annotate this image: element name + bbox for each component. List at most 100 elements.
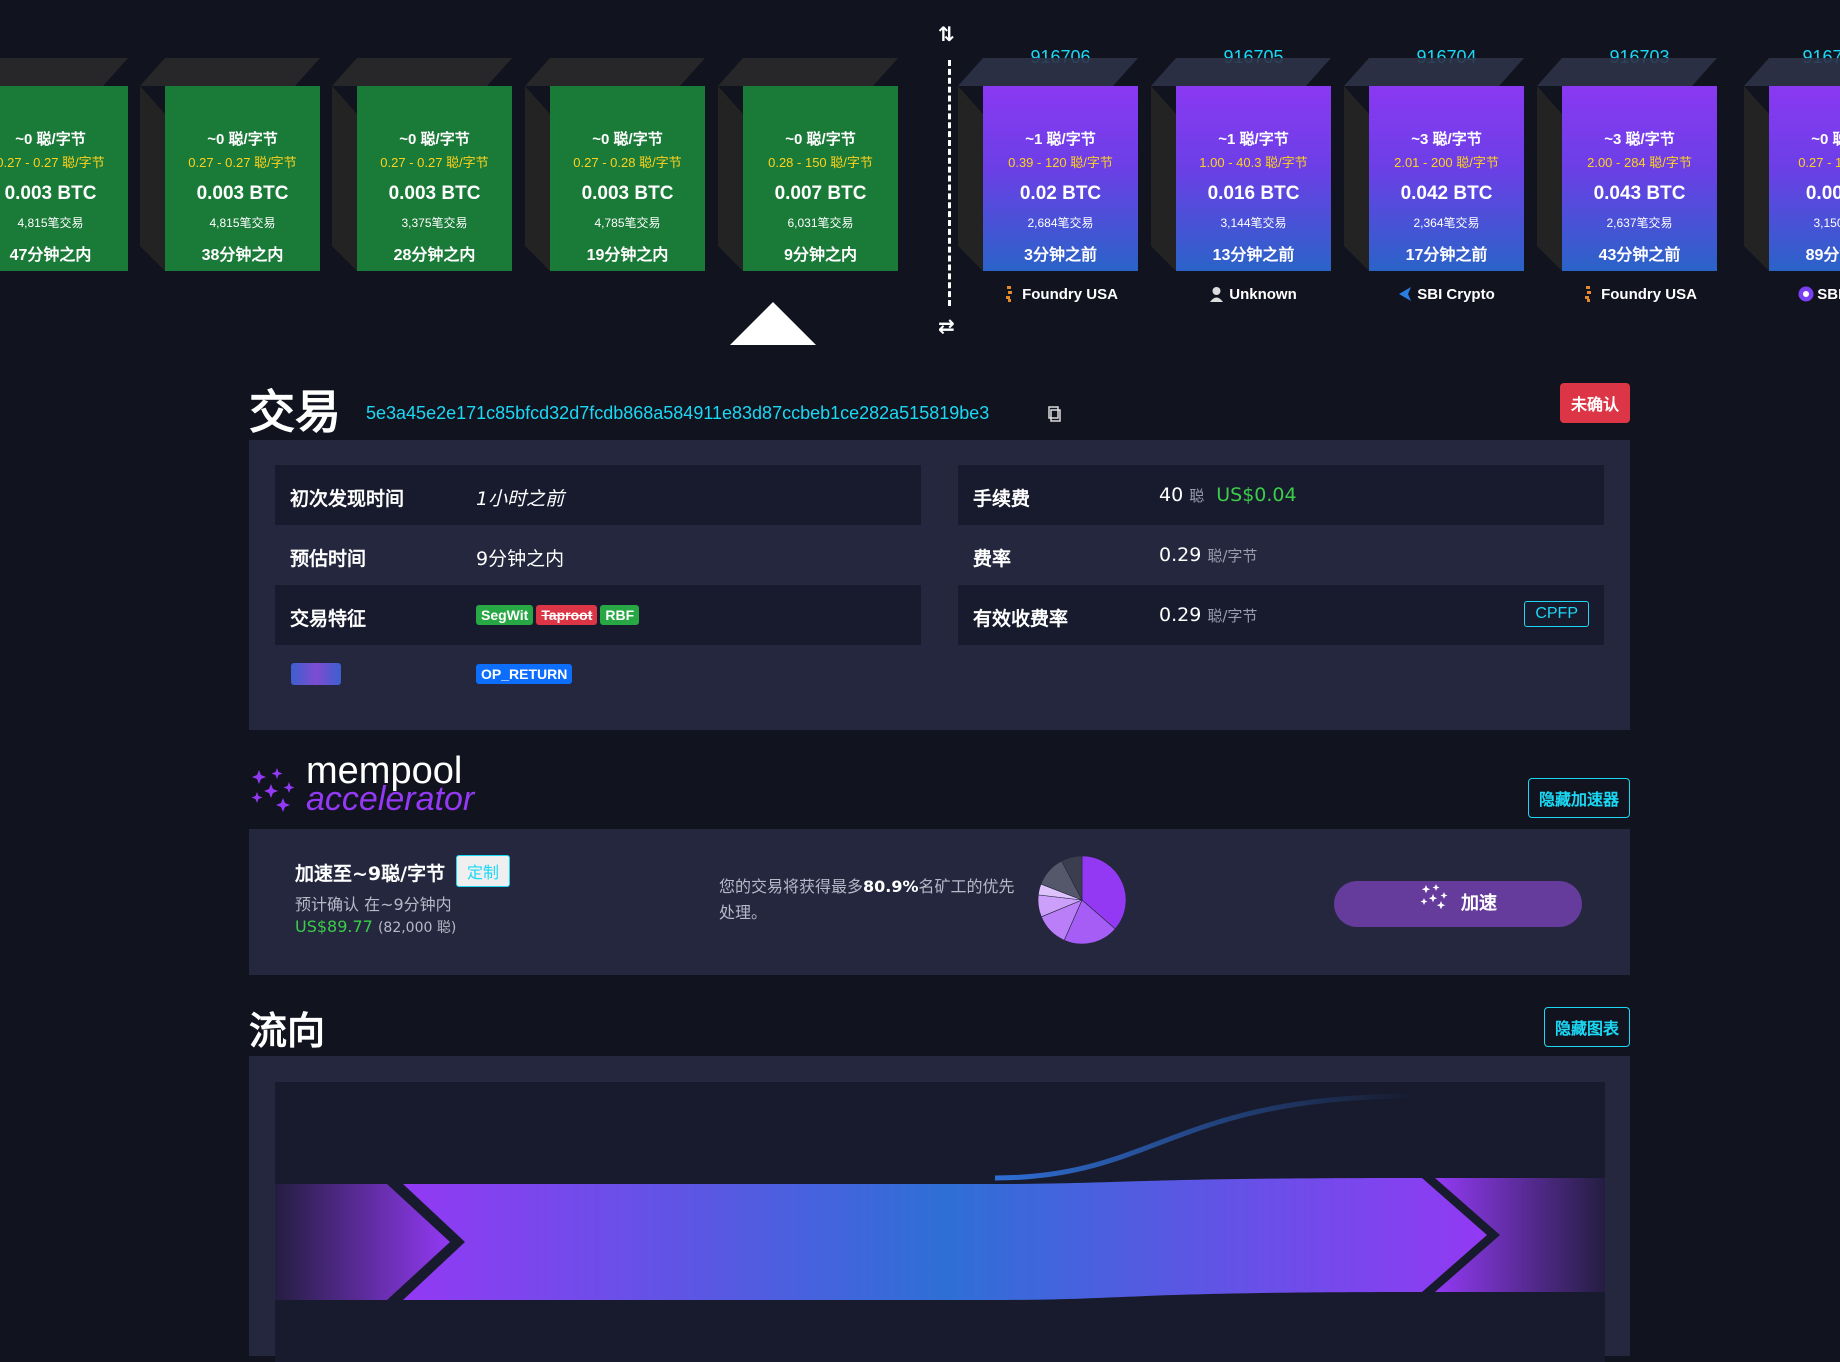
block-eta: 47分钟之内 [9,247,92,264]
flow-diagram [275,1082,1605,1362]
mempool-divider [948,60,951,306]
features-label: 交易特征 [290,608,367,630]
hashrate-pie-chart [1037,855,1127,945]
selected-block-pointer [729,302,817,345]
fee-unit: 聪 [1189,487,1205,505]
block-tx-count: 3,375笔交易 [401,216,468,230]
sparkles-icon [1419,881,1453,927]
block-age: 13分钟之前 [1212,247,1295,264]
copy-icon[interactable] [1047,406,1063,422]
swap-vertical-icon[interactable]: ⇅ [938,22,955,46]
cpfp-button[interactable]: CPFP [1524,601,1589,627]
tx-details-right: 手续费 40 聪 US$0.04 费率 0.29 聪/字节 有效收费率 0.29 … [958,465,1604,645]
mining-pool-label[interactable]: Foundry USA [983,286,1138,303]
tx-details-panel: 初次发现时间 1小时之前 预估时间 9分钟之内 交易特征 SegWit Tapro… [249,440,1630,730]
unknown-miner-icon [1210,286,1224,302]
block-size: 0.016 BTC [1207,183,1300,204]
accelerate-target: 加速至~9聪/字节 [295,863,446,885]
mempool-block[interactable]: ~0 聪/字节 0.27 - 0.28 聪/字节 0.003 BTC 4,785… [525,58,705,271]
block-tx-count: 4,815笔交易 [209,216,276,230]
pool-name: SBI Crypto [1817,286,1840,303]
mined-block[interactable]: ~1 聪/字节 1.00 - 40.3 聪/字节 0.016 BTC 3,144… [1151,58,1331,271]
accelerate-description: 您的交易将获得最多80.9%名矿工的优先处理。 [719,874,1019,926]
foundry-icon [1003,286,1016,302]
first-seen-label: 初次发现时间 [290,488,405,510]
block-median-fee: ~0 聪/字节 [785,131,856,148]
fee-label: 手续费 [973,488,1031,510]
block-median-fee: ~0 聪/字节 [207,131,278,148]
sparkles-icon [251,768,295,812]
block-tx-count: 2,364笔交易 [1413,216,1480,230]
block-size: 0.003 BTC [581,183,674,204]
effective-rate-label: 有效收费率 [973,608,1069,630]
hide-chart-button[interactable]: 隐藏图表 [1543,1007,1630,1047]
flow-title: 流向 [249,1009,326,1053]
goggles-icon[interactable] [291,663,341,685]
block-fee-range: 1.00 - 40.3 聪/字节 [1199,155,1308,170]
block-median-fee: ~0 聪/字节 [399,131,470,148]
pool-name: Foundry USA [1022,286,1118,303]
brand-accelerator: accelerator [306,780,475,818]
pool-name: Unknown [1229,286,1297,303]
block-fee-range: 2.00 - 284 聪/字节 [1587,155,1692,170]
block-eta: 19分钟之内 [586,247,669,264]
table-row: 有效收费率 0.29 聪/字节 CPFP [958,585,1604,645]
accelerate-label: 加速 [1461,893,1497,914]
block-fee-range: 0.39 - 120 聪/字节 [1008,155,1113,170]
table-row: 交易特征 SegWit Taproot RBF [275,585,921,645]
desc-prefix: 您的交易将获得最多 [719,877,864,896]
block-eta: 28分钟之内 [393,247,476,264]
mining-pool-label[interactable]: Unknown [1176,286,1331,303]
mempool-block[interactable]: ~0 聪/字节 0.27 - 0.27 聪/字节 0.003 BTC 4,815… [0,58,128,271]
mining-pool-label[interactable]: Foundry USA [1562,286,1717,303]
block-median-fee: ~0 聪/字节 [15,131,86,148]
table-row: OP_RETURN [275,645,921,705]
foundry-icon [1582,286,1595,302]
block-median-fee: ~1 聪/字节 [1218,131,1289,148]
accelerate-button[interactable]: 加速 [1334,881,1582,927]
block-median-fee: ~3 聪/字节 [1411,131,1482,148]
block-age: 17分钟之前 [1405,247,1488,264]
txid-text[interactable]: 5e3a45e2e171c85bfcd32d7fcdb868a584911e83… [366,403,989,424]
block-size: 0.043 BTC [1593,183,1686,204]
custom-button[interactable]: 定制 [456,855,511,887]
hide-accelerator-button[interactable]: 隐藏加速器 [1527,778,1630,818]
flow-output-small[interactable] [994,1093,1416,1181]
swap-horizontal-icon[interactable]: ⇄ [938,314,955,338]
block-size: 0.003 BTC [4,183,97,204]
mined-block[interactable]: ~3 聪/字节 2.00 - 284 聪/字节 0.043 BTC 2,637笔… [1537,58,1717,271]
block-age: 89分钟之前 [1805,247,1840,264]
mempool-block[interactable]: ~0 聪/字节 0.27 - 0.27 聪/字节 0.003 BTC 4,815… [140,58,320,271]
block-tx-count: 4,785笔交易 [594,216,661,230]
desc-percent: 80.9% [863,877,919,896]
mempool-block[interactable]: ~0 聪/字节 0.27 - 0.27 聪/字节 0.003 BTC 3,375… [332,58,512,271]
mined-block[interactable]: ~1 聪/字节 0.39 - 120 聪/字节 0.02 BTC 2,684笔交… [958,58,1138,271]
taproot-tag[interactable]: Taproot [536,605,598,625]
block-age: 43分钟之前 [1598,247,1681,264]
effective-rate-number: 0.29 [1159,604,1202,626]
fee-sats: 40 [1159,484,1184,506]
effective-rate-unit: 聪/字节 [1207,607,1258,625]
fee-rate-number: 0.29 [1159,544,1202,566]
mempool-block[interactable]: ~0 聪/字节 0.28 - 150 聪/字节 0.007 BTC 6,031笔… [718,58,898,271]
flow-main-path[interactable] [403,1178,1487,1300]
page-title: 交易 [249,385,341,439]
block-size: 0.00 BTC [1805,183,1840,204]
block-median-fee: ~0 聪/字节 [592,131,663,148]
mined-block[interactable]: ~0 聪/字节 0.27 - 11 聪/字节 0.00 BTC 3,150笔交易… [1744,58,1840,271]
op-return-tag[interactable]: OP_RETURN [476,664,573,684]
accelerator-panel: 加速至~9聪/字节 定制 预计确认 在~9分钟内 US$89.77 (82,00… [249,829,1630,975]
block-median-fee: ~0 聪/字节 [1811,131,1840,148]
sbi-icon [1398,286,1412,302]
block-age: 3分钟之前 [1024,247,1097,264]
cost-usd: US$89.77 [295,917,373,936]
block-size: 0.003 BTC [196,183,289,204]
features-value: SegWit Taproot RBF [476,603,642,625]
segwit-tag[interactable]: SegWit [476,605,534,625]
mining-pool-label[interactable]: SBI Crypto [1769,286,1840,303]
fee-rate-unit: 聪/字节 [1207,547,1258,565]
block-size: 0.042 BTC [1400,183,1493,204]
mining-pool-label[interactable]: SBI Crypto [1369,286,1524,303]
rbf-tag[interactable]: RBF [600,605,640,625]
mined-block[interactable]: ~3 聪/字节 2.01 - 200 聪/字节 0.042 BTC 2,364笔… [1344,58,1524,271]
